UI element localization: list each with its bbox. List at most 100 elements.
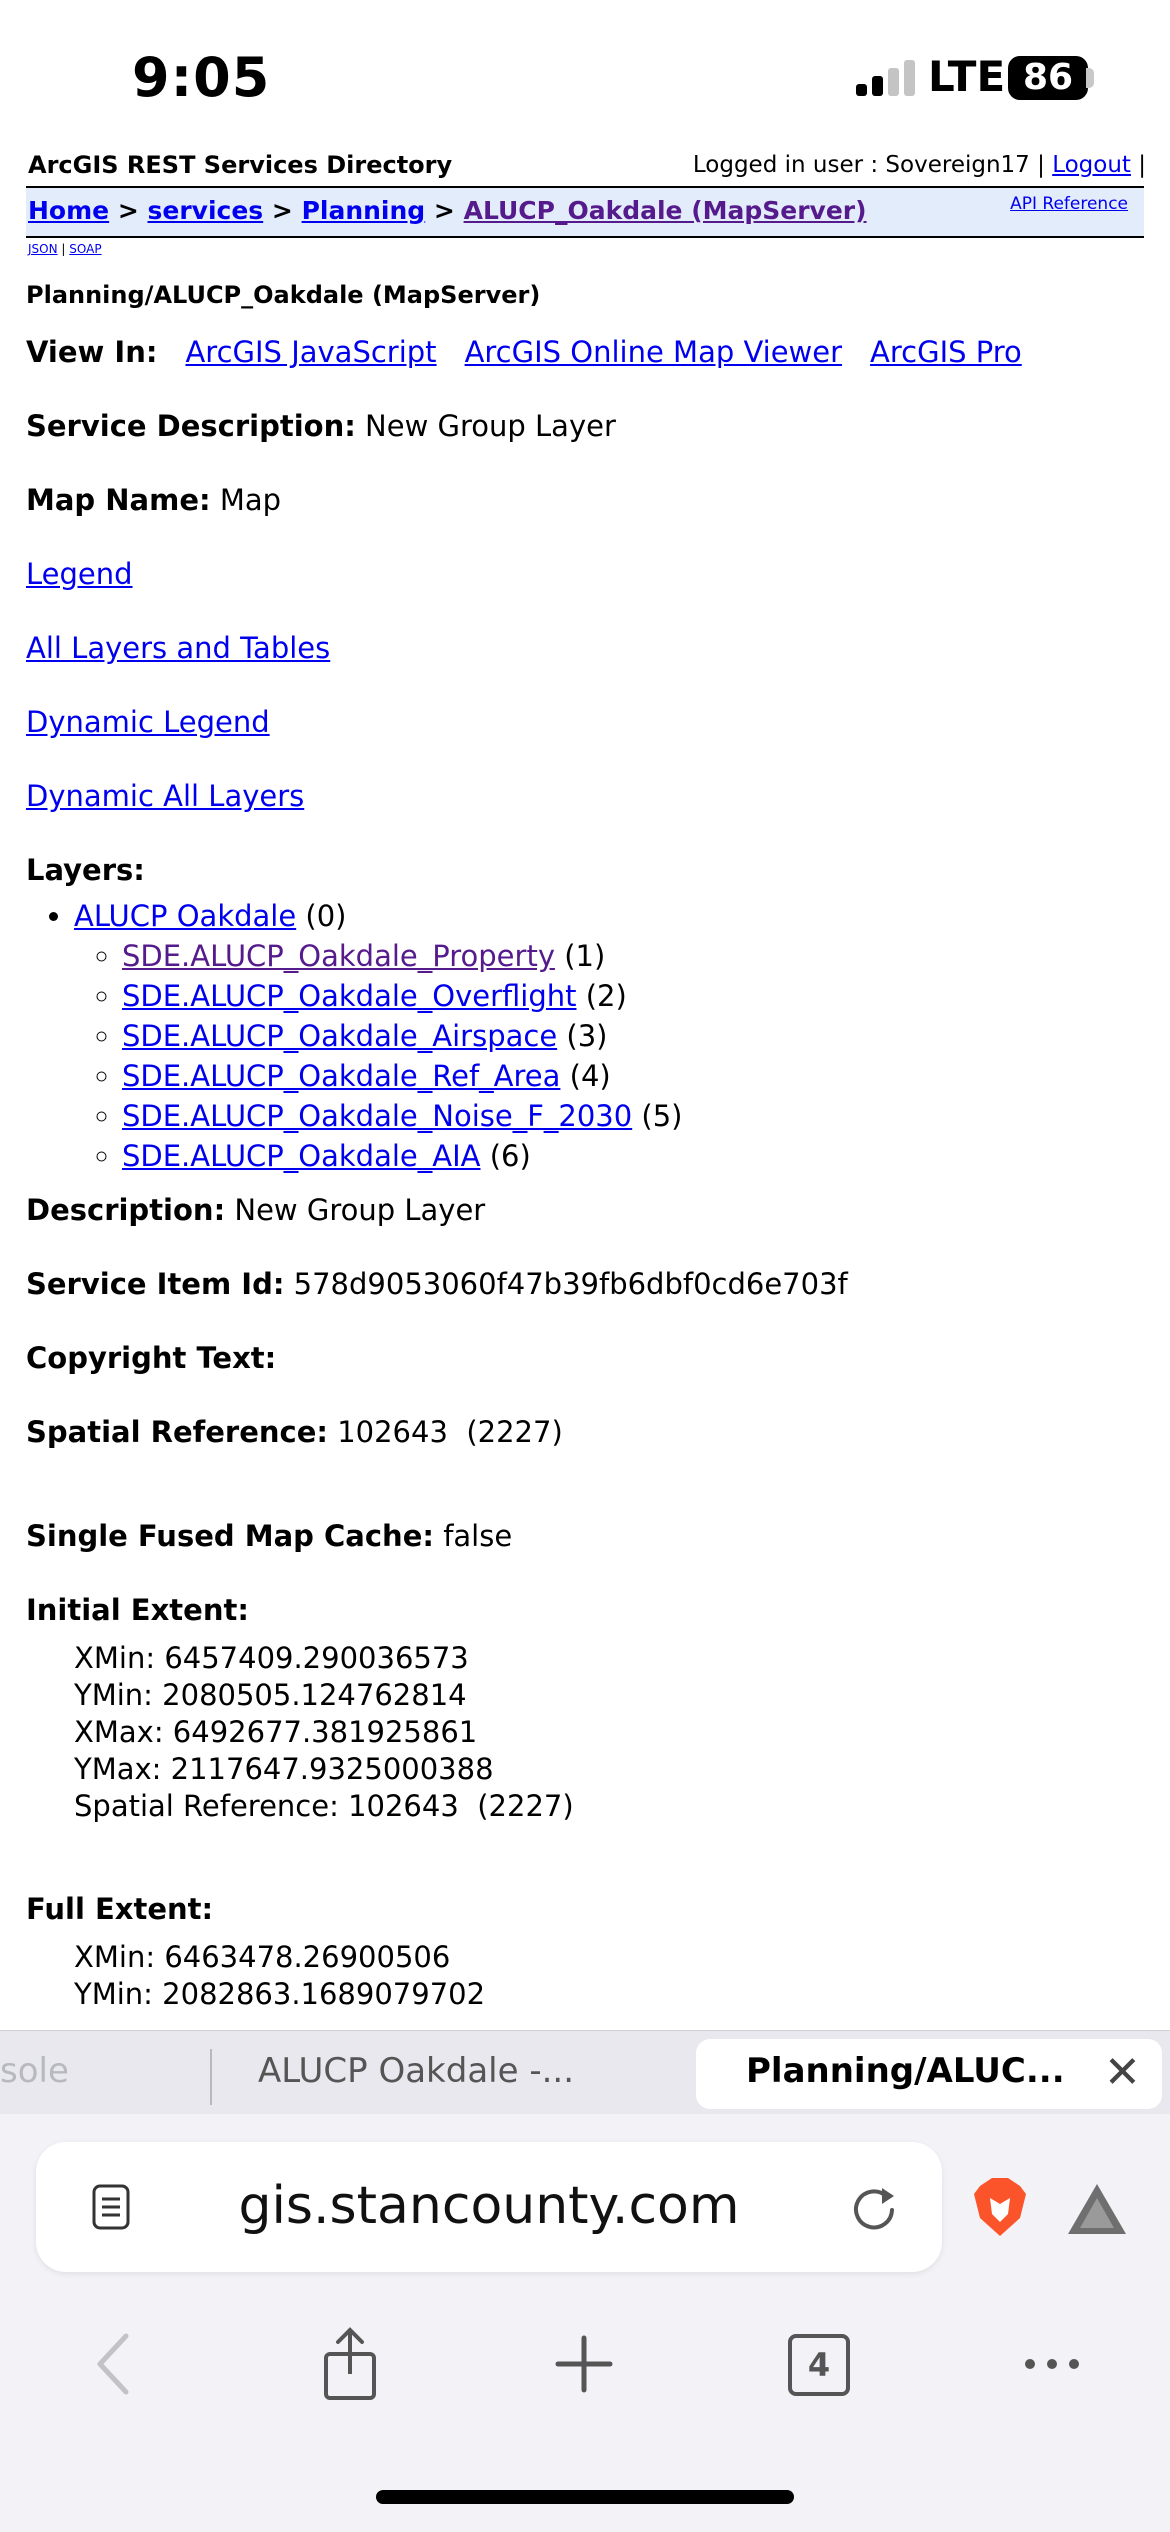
tabs-count-icon[interactable]: 4 (778, 2324, 858, 2404)
breadcrumb-mapserver[interactable]: ALUCP_Oakdale (MapServer) (464, 196, 867, 225)
dynamic-legend-link[interactable]: Dynamic Legend (26, 705, 270, 739)
breadcrumb-planning[interactable]: Planning (302, 196, 426, 225)
cellular-signal-icon (856, 60, 916, 96)
initial-extent-ymin: YMin: 2080505.124762814 (74, 1678, 467, 1712)
breadcrumb-separator: > (117, 196, 139, 225)
tab-active[interactable]: Planning/ALUC... ✕ (696, 2039, 1162, 2109)
legend-link[interactable]: Legend (26, 557, 133, 591)
tab-alucp-oakdale[interactable]: ALUCP Oakdale -... (258, 2051, 574, 2091)
description-row: Description: New Group Layer (26, 1190, 1146, 1230)
initial-extent-xmin: XMin: 6457409.290036573 (74, 1641, 469, 1675)
description-value: New Group Layer (234, 1193, 486, 1227)
spatial-reference-value: 102643 (2227) (337, 1415, 563, 1449)
layers-list: ALUCP Oakdale (0) SDE.ALUCP_Oakdale_Prop… (26, 896, 1146, 1176)
initial-extent-sr: Spatial Reference: 102643 (2227) (74, 1789, 574, 1823)
tab-previous[interactable]: sole (0, 2051, 69, 2091)
full-extent: XMin: 6463478.26900506 YMin: 2082863.168… (26, 1939, 1146, 2013)
service-description-value: New Group Layer (365, 409, 616, 443)
layer-id: (1) (564, 939, 606, 973)
layer-link-group[interactable]: ALUCP Oakdale (74, 899, 296, 933)
layer-link[interactable]: SDE.ALUCP_Oakdale_Noise_F_2030 (122, 1099, 632, 1133)
breadcrumb: Home > services > Planning > ALUCP_Oakda… (28, 194, 867, 228)
dynamic-all-layers-link[interactable]: Dynamic All Layers (26, 779, 304, 813)
layer-link[interactable]: SDE.ALUCP_Oakdale_AIA (122, 1139, 481, 1173)
initial-extent-label: Initial Extent: (26, 1593, 249, 1627)
service-title: Planning/ALUCP_Oakdale (MapServer) (26, 281, 541, 309)
logged-in-label: Logged in user : Sovereign17 | (692, 152, 1045, 178)
map-name-row: Map Name: Map (26, 480, 1146, 520)
full-extent-ymin: YMin: 2082863.1689079702 (74, 1977, 486, 2011)
format-links: JSON | SOAP (28, 242, 102, 256)
layer-link[interactable]: SDE.ALUCP_Oakdale_Property (122, 939, 555, 973)
service-item-id-value: 578d9053060f47b39fb6dbf0cd6e703f (293, 1267, 848, 1301)
breadcrumb-separator: > (271, 196, 293, 225)
fused-cache-label: Single Fused Map Cache: (26, 1519, 434, 1553)
all-layers-tables-link[interactable]: All Layers and Tables (26, 631, 330, 665)
address-bar[interactable]: gis.stancounty.com (36, 2142, 942, 2272)
breadcrumb-bar: Home > services > Planning > ALUCP_Oakda… (26, 186, 1144, 238)
sublayers-list: SDE.ALUCP_Oakdale_Property (1) SDE.ALUCP… (74, 936, 1146, 1176)
more-menu-icon[interactable] (1012, 2324, 1092, 2404)
format-separator: | (61, 242, 66, 256)
list-item: SDE.ALUCP_Oakdale_Ref_Area (4) (122, 1056, 1146, 1096)
battery-icon: 86 (1008, 56, 1088, 100)
initial-extent-xmax: XMax: 6492677.381925861 (74, 1715, 478, 1749)
api-reference-link[interactable]: API Reference (1010, 194, 1128, 214)
list-item: SDE.ALUCP_Oakdale_AIA (6) (122, 1136, 1146, 1176)
breadcrumb-separator: > (433, 196, 455, 225)
spatial-reference-label: Spatial Reference: (26, 1415, 328, 1449)
directory-title: ArcGIS REST Services Directory (28, 151, 453, 179)
tab-divider (210, 2049, 212, 2105)
service-item-id-label: Service Item Id: (26, 1267, 285, 1301)
soap-link[interactable]: SOAP (69, 242, 101, 256)
breadcrumb-services[interactable]: services (148, 196, 264, 225)
fused-cache-value: false (443, 1519, 513, 1553)
service-item-id-row: Service Item Id: 578d9053060f47b39fb6dbf… (26, 1264, 1146, 1304)
web-page-content: ArcGIS REST Services Directory Logged in… (0, 150, 1170, 2030)
status-bar: 9:05 LTE 86 (0, 0, 1170, 150)
initial-extent: XMin: 6457409.290036573 YMin: 2080505.12… (26, 1640, 1146, 1825)
logout-link[interactable]: Logout (1052, 152, 1131, 178)
view-in-arcgis-pro[interactable]: ArcGIS Pro (870, 335, 1022, 369)
layer-link[interactable]: SDE.ALUCP_Oakdale_Ref_Area (122, 1059, 560, 1093)
tab-strip: sole ALUCP Oakdale -... Planning/ALUC...… (0, 2030, 1170, 2115)
service-description-label: Service Description: (26, 409, 356, 443)
reload-icon[interactable] (846, 2182, 902, 2238)
copyright-label: Copyright Text: (26, 1341, 277, 1375)
initial-extent-ymax: YMax: 2117647.9325000388 (74, 1752, 494, 1786)
list-item: SDE.ALUCP_Oakdale_Property (1) (122, 936, 1146, 976)
close-tab-icon[interactable]: ✕ (1104, 2047, 1141, 2098)
layer-link[interactable]: SDE.ALUCP_Oakdale_Airspace (122, 1019, 557, 1053)
list-item: SDE.ALUCP_Oakdale_Overflight (2) (122, 976, 1146, 1016)
full-extent-xmin: XMin: 6463478.26900506 (74, 1940, 451, 1974)
view-in-online-map-viewer[interactable]: ArcGIS Online Map Viewer (465, 335, 842, 369)
layer-id: (2) (585, 979, 627, 1013)
brave-rewards-icon[interactable] (1066, 2182, 1128, 2236)
list-item: ALUCP Oakdale (0) SDE.ALUCP_Oakdale_Prop… (74, 896, 1146, 1176)
layer-id: (3) (566, 1019, 608, 1053)
view-in-arcgis-javascript[interactable]: ArcGIS JavaScript (185, 335, 436, 369)
tab-count: 4 (788, 2334, 850, 2396)
browser-chrome: gis.stancounty.com 4 (0, 2114, 1170, 2532)
breadcrumb-home[interactable]: Home (28, 196, 109, 225)
back-icon[interactable] (78, 2324, 158, 2404)
json-link[interactable]: JSON (28, 242, 58, 256)
home-indicator (376, 2490, 794, 2504)
share-icon[interactable] (310, 2324, 390, 2404)
fused-cache-row: Single Fused Map Cache: false (26, 1516, 1146, 1556)
service-details: Planning/ALUCP_Oakdale (MapServer) View … (26, 278, 1146, 2030)
bottom-toolbar: 4 (0, 2324, 1170, 2424)
brave-shields-icon[interactable] (972, 2176, 1028, 2238)
layer-link[interactable]: SDE.ALUCP_Oakdale_Overflight (122, 979, 577, 1013)
tab-active-title: Planning/ALUC... (746, 2051, 1065, 2091)
new-tab-icon[interactable] (544, 2324, 624, 2404)
map-name-label: Map Name: (26, 483, 211, 517)
layer-id: (6) (489, 1139, 531, 1173)
battery-tip (1086, 68, 1094, 88)
status-time: 9:05 (132, 46, 271, 109)
service-description-row: Service Description: New Group Layer (26, 406, 1146, 446)
view-in-label: View In: (26, 335, 158, 369)
url-text[interactable]: gis.stancounty.com (36, 2176, 942, 2236)
list-item: SDE.ALUCP_Oakdale_Airspace (3) (122, 1016, 1146, 1056)
spatial-reference-row: Spatial Reference: 102643 (2227) (26, 1412, 1146, 1452)
